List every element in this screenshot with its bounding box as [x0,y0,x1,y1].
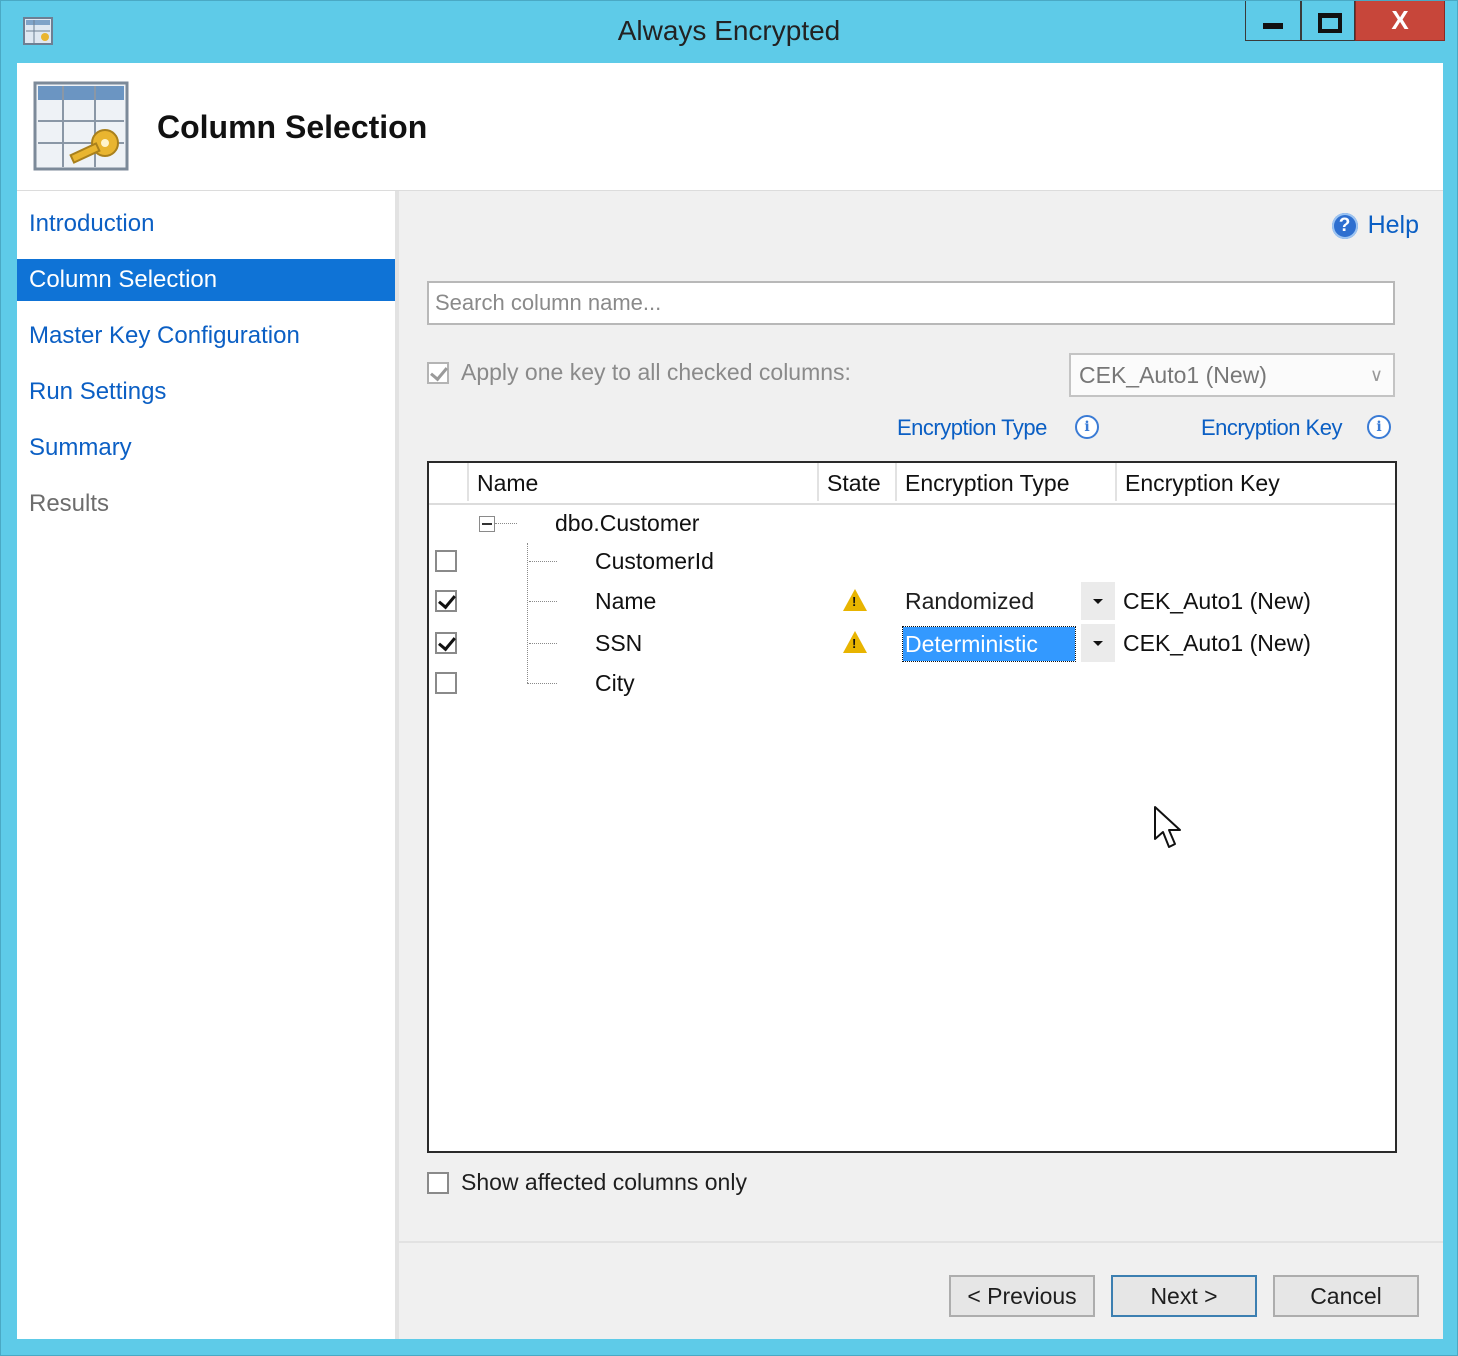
grid-header-name[interactable]: Name [469,463,819,501]
apply-one-key-checkbox [427,361,449,384]
column-name: SSN [595,630,643,656]
window-title: Always Encrypted [617,15,841,46]
table-row[interactable]: Name ! Randomized CEK_Auto1 (New) [429,581,1395,621]
close-button[interactable]: X [1355,1,1445,41]
help-label: Help [1367,211,1419,239]
tree-line [529,601,557,602]
warning-icon: ! [843,631,867,653]
encryption-type-link[interactable]: Encryption Type [897,415,1047,441]
tree-line [529,561,557,562]
page-header: Column Selection [17,63,1443,191]
table-row[interactable]: CustomerId [429,541,1395,581]
encryption-key-info-icon[interactable]: i [1367,415,1391,439]
search-input[interactable] [427,281,1395,325]
column-grid[interactable]: Name State Encryption Type Encryption Ke… [427,461,1397,1153]
grid-header-encryption-type[interactable]: Encryption Type [897,463,1117,501]
table-key-icon [33,81,129,171]
encryption-type-value[interactable]: Randomized [903,584,1075,618]
chevron-down-icon: ∨ [1369,365,1383,385]
column-name: Name [595,588,657,614]
tree-line [495,523,517,524]
encryption-key-value[interactable]: CEK_Auto1 (New) [1123,581,1311,621]
main-panel: ? Help Apply one key to all checked colu… [399,191,1443,1339]
previous-button[interactable]: < Previous [949,1275,1095,1317]
table-name: dbo.Customer [555,510,700,536]
dialog-body: Column Selection Introduction Column Sel… [17,63,1443,1339]
collapse-icon[interactable] [479,516,495,532]
wizard-nav: Introduction Column Selection Master Key… [17,191,399,1339]
row-checkbox[interactable] [435,590,457,612]
maximize-button[interactable] [1301,1,1355,41]
warning-icon: ! [843,589,867,611]
nav-item-summary[interactable]: Summary [17,427,395,469]
encryption-key-link[interactable]: Encryption Key [1201,415,1342,441]
dialog-window: Always Encrypted X Column Selection Intr… [0,0,1458,1356]
row-checkbox[interactable] [435,550,457,572]
page-title: Column Selection [157,109,428,145]
grid-header: Name State Encryption Type Encryption Ke… [429,463,1395,505]
nav-item-master-key-configuration[interactable]: Master Key Configuration [17,315,395,357]
title-bar[interactable]: Always Encrypted X [1,1,1457,63]
row-checkbox[interactable] [435,632,457,654]
grid-header-state[interactable]: State [819,463,897,501]
encryption-type-info-icon[interactable]: i [1075,415,1099,439]
encryption-type-value[interactable]: Deterministic [902,626,1076,662]
table-row[interactable]: City [429,663,1395,703]
grid-header-checkbox-column [429,463,469,501]
help-link[interactable]: ? Help [1331,211,1419,240]
table-node-row: dbo.Customer [429,503,1395,543]
table-row[interactable]: SSN ! Deterministic CEK_Auto1 (New) [429,623,1395,663]
footer-divider [399,1241,1443,1243]
show-affected-row[interactable]: Show affected columns only [427,1169,747,1196]
tree-line [527,683,557,684]
row-checkbox[interactable] [435,672,457,694]
apply-one-key-label: Apply one key to all checked columns: [461,359,851,385]
next-button[interactable]: Next > [1111,1275,1257,1317]
apply-key-value: CEK_Auto1 (New) [1079,362,1267,388]
show-affected-label: Show affected columns only [461,1169,747,1195]
dropdown-arrow-icon[interactable] [1081,624,1115,662]
encryption-key-value[interactable]: CEK_Auto1 (New) [1123,623,1311,663]
apply-key-dropdown: CEK_Auto1 (New) ∨ [1069,353,1395,397]
close-icon: X [1391,5,1409,35]
tree-line [529,643,557,644]
help-icon: ? [1331,212,1358,239]
nav-item-introduction[interactable]: Introduction [17,203,395,245]
minimize-button[interactable] [1245,1,1301,41]
nav-item-column-selection[interactable]: Column Selection [17,259,395,301]
nav-item-results: Results [29,490,110,517]
grid-header-encryption-key[interactable]: Encryption Key [1117,463,1395,501]
show-affected-checkbox[interactable] [427,1171,449,1194]
column-name: City [595,670,635,696]
mouse-cursor-icon [1154,806,1181,848]
nav-item-run-settings[interactable]: Run Settings [17,371,395,413]
dropdown-arrow-icon[interactable] [1081,582,1115,620]
cancel-button[interactable]: Cancel [1273,1275,1419,1317]
apply-one-key-row: Apply one key to all checked columns: [427,359,851,386]
column-name: CustomerId [595,548,714,574]
